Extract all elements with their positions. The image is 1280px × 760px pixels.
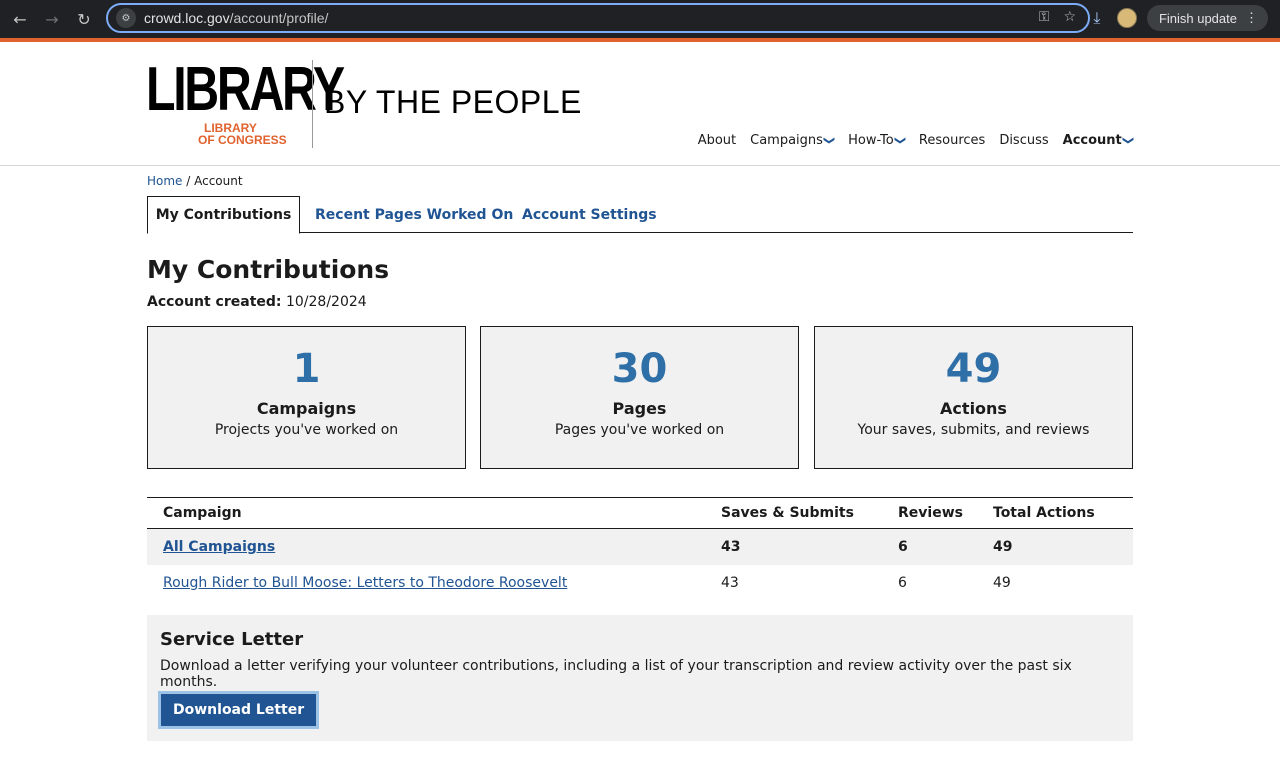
tab-recent-pages[interactable]: Recent Pages Worked On: [315, 196, 513, 233]
cell-reviews: 6: [898, 574, 907, 591]
account-created: Account created: 10/28/2024: [147, 294, 367, 310]
stat-card-pages: 30 Pages Pages you've worked on: [480, 326, 799, 469]
profile-avatar[interactable]: [1116, 8, 1137, 28]
chevron-down-icon: ❯: [893, 135, 907, 146]
download-icon[interactable]: ⤓: [1087, 8, 1107, 28]
nav-about[interactable]: About: [698, 133, 736, 148]
forward-icon[interactable]: →: [36, 3, 68, 35]
col-reviews: Reviews: [898, 497, 993, 529]
site-tagline[interactable]: BY THE PEOPLE: [324, 84, 582, 121]
download-letter-button[interactable]: Download Letter: [158, 691, 320, 729]
col-total-actions: Total Actions: [993, 497, 1133, 529]
cell-saves: 43: [721, 528, 898, 565]
stat-label: Actions: [940, 399, 1007, 418]
tab-my-contributions[interactable]: My Contributions: [147, 196, 300, 234]
col-campaign: Campaign: [147, 497, 721, 529]
stat-value: 49: [945, 346, 1002, 392]
chevron-down-icon: ❯: [823, 135, 837, 146]
site-info-icon[interactable]: ⚙: [116, 8, 136, 28]
main-nav: About Campaigns❯ How-To❯ Resources Discu…: [698, 133, 1135, 148]
back-icon[interactable]: ←: [4, 3, 36, 35]
campaign-link-all[interactable]: All Campaigns: [163, 539, 275, 555]
col-saves-submits: Saves & Submits: [721, 497, 898, 529]
password-key-icon[interactable]: ⚿: [1039, 9, 1050, 25]
url-text: crowd.loc.gov/account/profile/: [144, 10, 329, 26]
loc-logo-text[interactable]: LIBRARY OF CONGRESS: [198, 122, 287, 146]
library-logo[interactable]: LIBRARY: [146, 59, 345, 121]
stat-label: Campaigns: [256, 399, 357, 418]
finish-update-button[interactable]: Finish update ⋮: [1146, 5, 1268, 31]
nav-resources[interactable]: Resources: [919, 133, 985, 148]
contributions-table: Campaign Saves & Submits Reviews Total A…: [147, 497, 1133, 601]
logo-divider: [312, 60, 313, 148]
stat-value: 30: [611, 346, 668, 392]
breadcrumb-current: Account: [194, 174, 243, 188]
cell-saves: 43: [721, 574, 739, 591]
nav-howto[interactable]: How-To❯: [848, 133, 907, 148]
bookmark-star-icon[interactable]: ☆: [1063, 9, 1076, 25]
nav-campaigns[interactable]: Campaigns❯: [750, 133, 837, 148]
service-letter-title: Service Letter: [160, 629, 304, 650]
account-tabs: My Contributions Recent Pages Worked On …: [147, 196, 1133, 234]
stat-card-actions: 49 Actions Your saves, submits, and revi…: [814, 326, 1133, 469]
site-header: LIBRARY LIBRARY OF CONGRESS BY THE PEOPL…: [0, 42, 1280, 166]
nav-account[interactable]: Account❯: [1063, 133, 1135, 148]
stat-description: Your saves, submits, and reviews: [857, 422, 1090, 438]
cell-total: 49: [993, 528, 1133, 565]
stat-card-campaigns: 1 Campaigns Projects you've worked on: [147, 326, 466, 469]
stat-value: 1: [292, 346, 321, 392]
breadcrumb: Home / Account: [147, 174, 243, 188]
browser-toolbar: ← → ↻ ⚙ crowd.loc.gov/account/profile/ ⚿…: [0, 0, 1280, 38]
table-row: Rough Rider to Bull Moose: Letters to Th…: [147, 565, 1133, 601]
service-letter-text: Download a letter verifying your volunte…: [160, 658, 1072, 690]
tab-account-settings[interactable]: Account Settings: [522, 196, 657, 233]
table-row: All Campaigns 43 6 49: [147, 528, 1133, 565]
stat-description: Pages you've worked on: [554, 422, 725, 438]
nav-discuss[interactable]: Discuss: [999, 133, 1048, 148]
stat-description: Projects you've worked on: [214, 422, 399, 438]
page-title: My Contributions: [147, 255, 390, 284]
stat-label: Pages: [612, 399, 667, 418]
address-bar[interactable]: ⚙ crowd.loc.gov/account/profile/ ⚿ ☆: [106, 3, 1090, 33]
menu-kebab-icon: ⋮: [1245, 10, 1258, 25]
campaign-link[interactable]: Rough Rider to Bull Moose: Letters to Th…: [163, 575, 567, 591]
reload-icon[interactable]: ↻: [68, 3, 100, 35]
breadcrumb-home[interactable]: Home: [147, 174, 182, 188]
chevron-down-icon: ❯: [1121, 135, 1135, 146]
cell-reviews: 6: [898, 528, 993, 565]
cell-total: 49: [993, 574, 1011, 591]
table-header-row: Campaign Saves & Submits Reviews Total A…: [147, 497, 1133, 529]
service-letter-panel: Service Letter Download a letter verifyi…: [147, 615, 1133, 741]
